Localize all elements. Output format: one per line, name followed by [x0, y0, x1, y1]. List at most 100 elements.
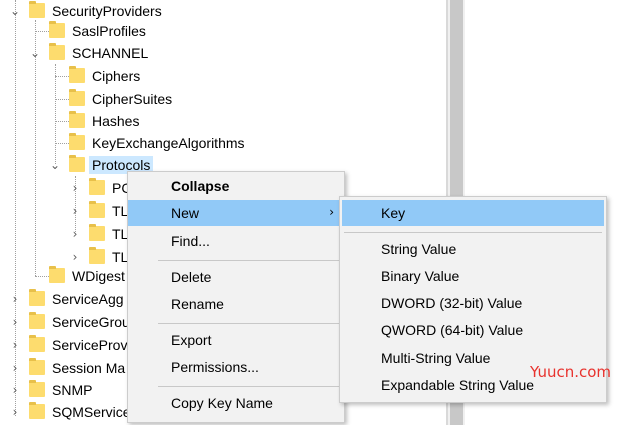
menu-item-new[interactable]: New › — [128, 200, 344, 226]
folder-icon — [29, 1, 45, 18]
folder-icon — [89, 247, 105, 264]
tree-item-label: WDigest — [72, 268, 125, 284]
tree-item-label: Hashes — [92, 113, 140, 129]
menu-item-copy-key-name[interactable]: Copy Key Name — [128, 390, 344, 416]
tree-item-schannel[interactable]: ⌄ SCHANNEL — [0, 42, 300, 64]
tree-item-protocol-child[interactable]: › TL — [0, 200, 140, 222]
tree-item-saslprofiles[interactable]: SaslProfiles — [0, 20, 300, 42]
folder-icon — [49, 43, 65, 60]
tree-item-label: SQMService — [52, 404, 131, 420]
menu-item-label: New — [171, 205, 200, 221]
tree-item-protocol-child[interactable]: › PC — [0, 177, 140, 199]
tree-item-label: Ciphers — [92, 68, 141, 84]
menu-separator — [158, 323, 340, 324]
chevron-right-icon[interactable]: › — [69, 205, 81, 217]
chevron-right-icon[interactable]: › — [69, 182, 81, 194]
tree-item-label: ServiceAgg — [52, 291, 124, 307]
folder-icon — [29, 380, 45, 397]
tree-item-ciphers[interactable]: Ciphers — [0, 65, 300, 87]
chevron-right-icon[interactable]: › — [9, 339, 21, 351]
tree-item-session-manager[interactable]: › Session Ma — [0, 357, 140, 379]
folder-icon — [69, 89, 85, 106]
menu-item-label: QWORD (64-bit) Value — [381, 322, 524, 338]
submenu-item-string-value[interactable]: String Value — [340, 236, 606, 262]
menu-item-delete[interactable]: Delete — [128, 264, 344, 290]
chevron-right-icon[interactable]: › — [9, 384, 21, 396]
tree-item-label: ServiceGrou — [52, 314, 130, 330]
menu-item-label: Multi-String Value — [381, 350, 491, 366]
folder-icon — [89, 201, 105, 218]
tree-item-label: ServiceProv — [52, 337, 128, 353]
tree-item-label: SecurityProviders — [52, 3, 162, 19]
submenu-item-qword-value[interactable]: QWORD (64-bit) Value — [340, 317, 606, 343]
folder-icon — [69, 133, 85, 150]
menu-item-label: Delete — [171, 269, 212, 285]
folder-icon — [69, 111, 85, 128]
folder-icon — [69, 66, 85, 83]
folder-icon — [29, 289, 45, 306]
folder-icon — [29, 312, 45, 329]
tree-item-keyexchangealgorithms[interactable]: KeyExchangeAlgorithms — [0, 132, 300, 154]
tree-item-hashes[interactable]: Hashes — [0, 110, 300, 132]
chevron-right-icon: › — [329, 205, 334, 219]
watermark-text: Yuucn.com — [530, 363, 612, 381]
chevron-down-icon[interactable]: ⌄ — [49, 159, 61, 171]
tree-item-securityproviders[interactable]: ⌄ SecurityProviders — [0, 0, 300, 22]
tree-item-label: TL — [112, 226, 129, 242]
chevron-down-icon[interactable]: ⌄ — [29, 47, 41, 59]
menu-item-label: Key — [381, 205, 406, 221]
submenu-item-binary-value[interactable]: Binary Value — [340, 263, 606, 289]
tree-item-wdigest[interactable]: WDigest — [0, 265, 140, 287]
tree-item-label: SCHANNEL — [72, 45, 149, 61]
menu-separator — [344, 232, 602, 233]
context-menu: Collapse New › Find... Delete Rename Exp… — [127, 171, 345, 423]
folder-icon — [49, 21, 65, 38]
folder-icon — [49, 266, 65, 283]
menu-item-label: Copy Key Name — [171, 395, 273, 411]
tree-item-serviceagg[interactable]: › ServiceAgg — [0, 288, 140, 310]
menu-item-label: Expandable String Value — [381, 377, 535, 393]
submenu-item-dword-value[interactable]: DWORD (32-bit) Value — [340, 290, 606, 316]
tree-item-snmp[interactable]: › SNMP — [0, 379, 140, 401]
menu-item-label: DWORD (32-bit) Value — [381, 295, 523, 311]
chevron-right-icon[interactable]: › — [9, 293, 21, 305]
tree-item-label: TL — [112, 249, 129, 265]
tree-item-ciphersuites[interactable]: CipherSuites — [0, 88, 300, 110]
tree-item-label: SNMP — [52, 382, 93, 398]
folder-icon — [89, 224, 105, 241]
menu-separator — [158, 260, 340, 261]
folder-icon — [29, 402, 45, 419]
chevron-right-icon[interactable]: › — [9, 316, 21, 328]
menu-item-collapse[interactable]: Collapse — [128, 173, 344, 199]
chevron-right-icon[interactable]: › — [69, 228, 81, 240]
chevron-right-icon[interactable]: › — [9, 362, 21, 374]
tree-item-label: KeyExchangeAlgorithms — [92, 135, 245, 151]
tree-item-servicegroup[interactable]: › ServiceGrou — [0, 311, 140, 333]
tree-item-label: Session Ma — [52, 360, 126, 376]
menu-item-label: Find... — [171, 233, 210, 249]
menu-item-label: String Value — [381, 241, 457, 257]
menu-item-label: Collapse — [171, 178, 230, 194]
chevron-down-icon[interactable]: ⌄ — [9, 5, 21, 17]
submenu-item-key[interactable]: Key — [342, 200, 604, 226]
menu-item-permissions[interactable]: Permissions... — [128, 354, 344, 380]
menu-item-label: Rename — [171, 296, 224, 312]
menu-item-label: Export — [171, 332, 212, 348]
tree-item-sqmservice[interactable]: › SQMService — [0, 401, 140, 423]
folder-icon — [29, 335, 45, 352]
menu-item-rename[interactable]: Rename — [128, 291, 344, 317]
chevron-right-icon[interactable]: › — [69, 251, 81, 263]
folder-icon — [29, 358, 45, 375]
menu-separator — [158, 386, 340, 387]
folder-icon — [69, 155, 85, 172]
chevron-right-icon[interactable]: › — [9, 406, 21, 418]
menu-item-label: Binary Value — [381, 268, 460, 284]
menu-item-export[interactable]: Export — [128, 327, 344, 353]
menu-item-label: Permissions... — [171, 359, 259, 375]
menu-item-find[interactable]: Find... — [128, 228, 344, 254]
tree-item-protocol-child[interactable]: › TL — [0, 223, 140, 245]
tree-item-serviceprov[interactable]: › ServiceProv — [0, 334, 140, 356]
tree-item-label: SaslProfiles — [72, 23, 146, 39]
tree-item-label: CipherSuites — [92, 91, 173, 107]
tree-item-label: TL — [112, 203, 129, 219]
